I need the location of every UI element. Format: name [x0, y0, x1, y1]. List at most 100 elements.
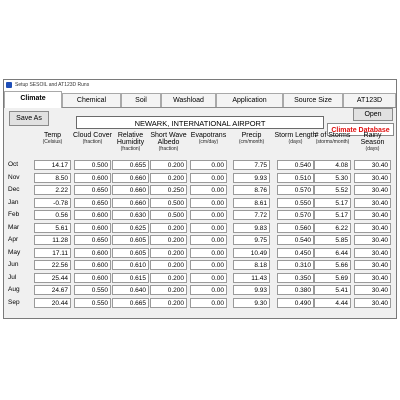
cell-short-wave-albedo[interactable]: 0.500 [150, 197, 187, 208]
cell-evapotrans[interactable]: 0.00 [190, 272, 227, 283]
cell-rainy-season[interactable]: 30.40 [354, 210, 391, 220]
cell-relative-humidity[interactable]: 0.630 [112, 210, 149, 220]
cell-temp[interactable]: 20.44 [34, 297, 71, 308]
cell-evapotrans[interactable]: 0.00 [190, 222, 227, 233]
cell-relative-humidity[interactable]: 0.605 [112, 247, 149, 258]
tab-application[interactable]: Application [216, 93, 283, 107]
cell-temp[interactable]: 0.56 [34, 210, 71, 220]
cell-precip[interactable]: 7.75 [233, 160, 270, 170]
cell-cloud-cover[interactable]: 0.650 [74, 185, 111, 195]
cell-cloud-cover[interactable]: 0.600 [74, 222, 111, 233]
tab-source-size[interactable]: Source Size [283, 93, 343, 107]
cell-num-storms[interactable]: 5.30 [314, 172, 351, 183]
cell-temp[interactable]: 25.44 [34, 272, 71, 283]
cell-precip[interactable]: 8.61 [233, 197, 270, 208]
cell-relative-humidity[interactable]: 0.665 [112, 297, 149, 308]
cell-evapotrans[interactable]: 0.00 [190, 210, 227, 220]
cell-temp[interactable]: 8.50 [34, 172, 71, 183]
cell-precip[interactable]: 10.49 [233, 247, 270, 258]
cell-evapotrans[interactable]: 0.00 [190, 235, 227, 245]
cell-temp[interactable]: 11.28 [34, 235, 71, 245]
cell-temp[interactable]: -0.78 [34, 197, 71, 208]
cell-short-wave-albedo[interactable]: 0.200 [150, 285, 187, 295]
cell-precip[interactable]: 8.18 [233, 260, 270, 270]
cell-short-wave-albedo[interactable]: 0.500 [150, 210, 187, 220]
cell-num-storms[interactable]: 5.17 [314, 197, 351, 208]
cell-short-wave-albedo[interactable]: 0.200 [150, 297, 187, 308]
cell-rainy-season[interactable]: 30.40 [354, 285, 391, 295]
cell-storm-length[interactable]: 0.510 [277, 172, 314, 183]
cell-cloud-cover[interactable]: 0.600 [74, 210, 111, 220]
cell-relative-humidity[interactable]: 0.605 [112, 235, 149, 245]
cell-num-storms[interactable]: 5.66 [314, 260, 351, 270]
cell-evapotrans[interactable]: 0.00 [190, 172, 227, 183]
cell-relative-humidity[interactable]: 0.615 [112, 272, 149, 283]
cell-evapotrans[interactable]: 0.00 [190, 260, 227, 270]
cell-storm-length[interactable]: 0.550 [277, 197, 314, 208]
cell-cloud-cover[interactable]: 0.550 [74, 285, 111, 295]
cell-relative-humidity[interactable]: 0.660 [112, 172, 149, 183]
tab-soil[interactable]: Soil [121, 93, 161, 107]
cell-temp[interactable]: 2.22 [34, 185, 71, 195]
tab-chemical[interactable]: Chemical [62, 93, 121, 107]
cell-storm-length[interactable]: 0.310 [277, 260, 314, 270]
cell-precip[interactable]: 9.83 [233, 222, 270, 233]
cell-num-storms[interactable]: 5.41 [314, 285, 351, 295]
cell-precip[interactable]: 7.72 [233, 210, 270, 220]
cell-short-wave-albedo[interactable]: 0.200 [150, 172, 187, 183]
cell-short-wave-albedo[interactable]: 0.200 [150, 160, 187, 170]
cell-precip[interactable]: 9.30 [233, 297, 270, 308]
cell-cloud-cover[interactable]: 0.650 [74, 235, 111, 245]
cell-evapotrans[interactable]: 0.00 [190, 247, 227, 258]
cell-rainy-season[interactable]: 30.40 [354, 197, 391, 208]
cell-storm-length[interactable]: 0.380 [277, 285, 314, 295]
cell-storm-length[interactable]: 0.540 [277, 235, 314, 245]
cell-relative-humidity[interactable]: 0.640 [112, 285, 149, 295]
cell-storm-length[interactable]: 0.350 [277, 272, 314, 283]
cell-num-storms[interactable]: 6.22 [314, 222, 351, 233]
cell-num-storms[interactable]: 4.08 [314, 160, 351, 170]
cell-precip[interactable]: 9.93 [233, 172, 270, 183]
cell-num-storms[interactable]: 5.85 [314, 235, 351, 245]
cell-rainy-season[interactable]: 30.40 [354, 260, 391, 270]
cell-storm-length[interactable]: 0.540 [277, 160, 314, 170]
cell-relative-humidity[interactable]: 0.660 [112, 197, 149, 208]
cell-precip[interactable]: 11.43 [233, 272, 270, 283]
cell-storm-length[interactable]: 0.570 [277, 210, 314, 220]
cell-short-wave-albedo[interactable]: 0.200 [150, 235, 187, 245]
cell-rainy-season[interactable]: 30.40 [354, 160, 391, 170]
cell-num-storms[interactable]: 5.52 [314, 185, 351, 195]
cell-num-storms[interactable]: 5.69 [314, 272, 351, 283]
cell-precip[interactable]: 9.93 [233, 285, 270, 295]
cell-relative-humidity[interactable]: 0.610 [112, 260, 149, 270]
cell-cloud-cover[interactable]: 0.600 [74, 247, 111, 258]
cell-relative-humidity[interactable]: 0.655 [112, 160, 149, 170]
cell-cloud-cover[interactable]: 0.650 [74, 197, 111, 208]
cell-precip[interactable]: 8.76 [233, 185, 270, 195]
cell-relative-humidity[interactable]: 0.660 [112, 185, 149, 195]
cell-temp[interactable]: 22.56 [34, 260, 71, 270]
cell-storm-length[interactable]: 0.570 [277, 185, 314, 195]
cell-storm-length[interactable]: 0.490 [277, 297, 314, 308]
cell-short-wave-albedo[interactable]: 0.200 [150, 260, 187, 270]
cell-num-storms[interactable]: 4.44 [314, 297, 351, 308]
cell-relative-humidity[interactable]: 0.625 [112, 222, 149, 233]
open-button[interactable]: Open [353, 108, 393, 121]
cell-rainy-season[interactable]: 30.40 [354, 297, 391, 308]
cell-evapotrans[interactable]: 0.00 [190, 185, 227, 195]
cell-num-storms[interactable]: 5.17 [314, 210, 351, 220]
cell-rainy-season[interactable]: 30.40 [354, 272, 391, 283]
cell-evapotrans[interactable]: 0.00 [190, 197, 227, 208]
cell-storm-length[interactable]: 0.450 [277, 247, 314, 258]
tab-washload[interactable]: Washload [161, 93, 216, 107]
cell-short-wave-albedo[interactable]: 0.200 [150, 272, 187, 283]
cell-rainy-season[interactable]: 30.40 [354, 222, 391, 233]
save-as-button[interactable]: Save As [9, 111, 49, 126]
cell-rainy-season[interactable]: 30.40 [354, 235, 391, 245]
station-name-field[interactable]: NEWARK, INTERNATIONAL AIRPORT [76, 116, 324, 129]
cell-cloud-cover[interactable]: 0.550 [74, 297, 111, 308]
cell-cloud-cover[interactable]: 0.500 [74, 160, 111, 170]
cell-short-wave-albedo[interactable]: 0.200 [150, 247, 187, 258]
cell-cloud-cover[interactable]: 0.600 [74, 260, 111, 270]
cell-evapotrans[interactable]: 0.00 [190, 285, 227, 295]
